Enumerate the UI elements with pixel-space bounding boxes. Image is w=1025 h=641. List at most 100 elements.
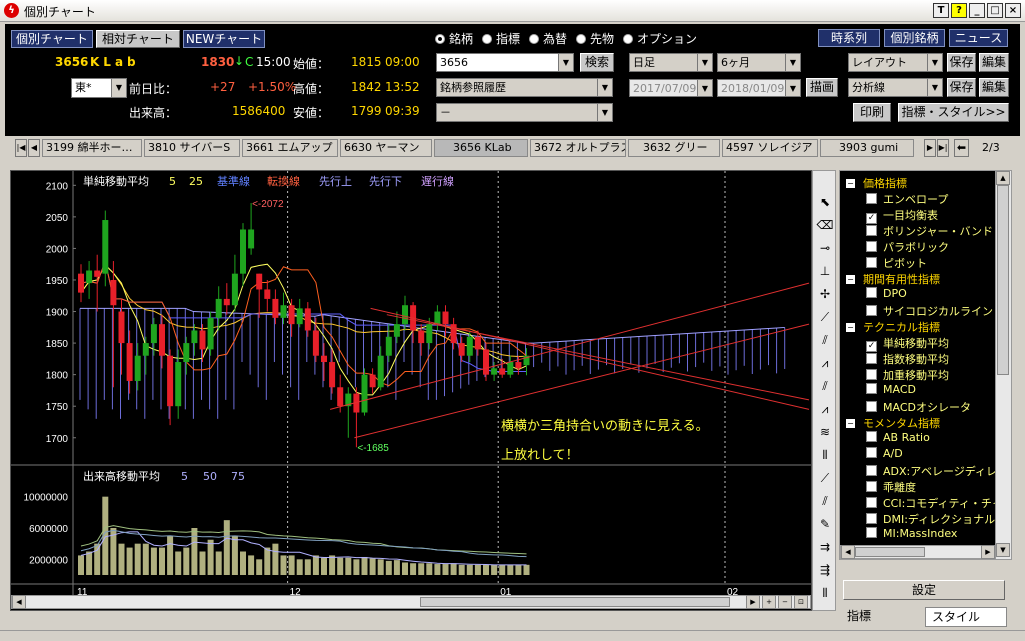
indicator-item[interactable]: ボリンジャー・バンド bbox=[866, 223, 993, 239]
minimize-button[interactable]: _ bbox=[969, 3, 985, 18]
search-button[interactable]: 検索 bbox=[580, 53, 614, 72]
indicator-item[interactable]: MACDオシレータ bbox=[866, 399, 971, 415]
tab-indicator[interactable]: 指標 bbox=[843, 607, 923, 627]
vol-tool-icon[interactable]: ⦀ bbox=[816, 584, 834, 602]
indicator-item[interactable]: AB Ratio bbox=[866, 431, 930, 444]
indicator-style-button[interactable]: 指標・スタイル>> bbox=[898, 103, 1009, 122]
hline-tool-icon[interactable]: ⊸ bbox=[816, 239, 834, 257]
analysis-select[interactable]: 分析線 ▼ bbox=[848, 78, 943, 97]
stock-tab[interactable]: 3810 サイバーS bbox=[144, 139, 240, 157]
indicator-category[interactable]: − 期間有用性指標 bbox=[846, 271, 940, 287]
individual-stock-button[interactable]: 個別銘柄 bbox=[884, 29, 945, 47]
stock-tab[interactable]: 3903 gumi bbox=[820, 139, 914, 157]
candle-body bbox=[434, 311, 441, 325]
indicator-item[interactable]: DMI:ディレクショナル bbox=[866, 511, 995, 527]
new-chart-button[interactable]: NEWチャート bbox=[183, 30, 265, 48]
chart-horizontal-scrollbar[interactable]: ◀ ▶ + − ⊡ bbox=[11, 595, 811, 609]
tab-style[interactable]: スタイル bbox=[925, 607, 1007, 627]
indicator-category[interactable]: − テクニカル指標 bbox=[846, 319, 940, 335]
indicator-item[interactable]: 加重移動平均 bbox=[866, 367, 949, 383]
indicator-item[interactable]: MI:MassIndex bbox=[866, 527, 957, 540]
stock-tab[interactable]: 3661 エムアップ bbox=[242, 139, 338, 157]
linesG-tool-icon[interactable]: ⫽ bbox=[816, 492, 834, 510]
line-tool-icon[interactable]: ⟋ bbox=[816, 469, 834, 487]
fan-tool-icon[interactable]: ⩘ bbox=[816, 354, 834, 372]
indicator-item[interactable]: A/D bbox=[866, 447, 903, 460]
date-from-input[interactable]: 2017/07/09 ▼ bbox=[629, 79, 713, 97]
period-select[interactable]: 日足 ▼ bbox=[629, 53, 713, 72]
radio-futures[interactable]: 先物 bbox=[576, 30, 614, 47]
indicator-category[interactable]: − 価格指標 bbox=[846, 175, 907, 191]
layout-select[interactable]: レイアウト ▼ bbox=[848, 53, 943, 72]
indicator-vertical-scrollbar[interactable]: ▲ ▼ bbox=[995, 171, 1011, 559]
indicator-item[interactable]: エンベロープ bbox=[866, 191, 948, 207]
indicator-item[interactable]: ✓ 一目均衡表 bbox=[866, 207, 938, 224]
channel-tool-icon[interactable]: ≋ bbox=[816, 423, 834, 441]
cursor-tool-icon[interactable]: ⬉ bbox=[816, 193, 834, 211]
indicator-item[interactable]: ピボット bbox=[866, 255, 927, 271]
indicator-item[interactable]: サイコロジカルライン bbox=[866, 303, 993, 319]
indicator-item[interactable]: DPO bbox=[866, 287, 907, 300]
save-analysis-button[interactable]: 保存 bbox=[947, 78, 976, 97]
back-arrow-icon[interactable]: ⬅ bbox=[954, 139, 969, 157]
news-button[interactable]: ニュース bbox=[949, 29, 1008, 47]
checkbox-icon bbox=[866, 431, 877, 442]
indicator-item[interactable]: 乖離度 bbox=[866, 479, 916, 495]
stock-code-input[interactable]: 3656 ▼ bbox=[436, 53, 574, 72]
settings-button[interactable]: 設定 bbox=[843, 580, 1005, 600]
help-button[interactable]: ? bbox=[951, 3, 967, 18]
font-button[interactable]: T bbox=[933, 3, 949, 18]
relative-chart-button[interactable]: 相対チャート bbox=[96, 30, 180, 48]
date-to-input[interactable]: 2018/01/09 ▼ bbox=[717, 79, 801, 97]
range-select[interactable]: 6ヶ月 ▼ bbox=[717, 53, 801, 72]
indicator-item[interactable]: ✓ 単純移動平均 bbox=[866, 335, 949, 352]
stock-tab[interactable]: 3199 綿半ホー… bbox=[42, 139, 142, 157]
radio-index[interactable]: 指標 bbox=[482, 30, 520, 47]
first-tab-icon[interactable]: |◀ bbox=[15, 139, 27, 157]
vline-tool-icon[interactable]: ⊥ bbox=[816, 262, 834, 280]
fan2-tool-icon[interactable]: ⩘ bbox=[816, 400, 834, 418]
last-tab-icon[interactable]: ▶| bbox=[937, 139, 949, 157]
stock-tab[interactable]: 6630 ヤーマン bbox=[340, 139, 432, 157]
indicator-item[interactable]: MACD bbox=[866, 383, 916, 396]
edit-layout-button[interactable]: 編集 bbox=[979, 53, 1009, 72]
print-button[interactable]: 印刷 bbox=[853, 103, 891, 122]
n3-tool-icon[interactable]: ⇉ bbox=[816, 538, 834, 556]
draw-button[interactable]: 描画 bbox=[806, 78, 838, 97]
maximize-button[interactable]: □ bbox=[987, 3, 1003, 18]
next-tab-icon[interactable]: ▶ bbox=[924, 139, 936, 157]
n4-tool-icon[interactable]: ⇶ bbox=[816, 561, 834, 579]
market-select[interactable]: 東* ▼ bbox=[71, 78, 127, 98]
indicator-category[interactable]: − モメンタム指標 bbox=[846, 415, 940, 431]
prev-tab-icon[interactable]: ◀ bbox=[28, 139, 40, 157]
radio-forex[interactable]: 為替 bbox=[529, 30, 567, 47]
cross-tool-icon[interactable]: ✢ bbox=[816, 285, 834, 303]
eraser-tool-icon[interactable]: ⌫ bbox=[816, 216, 834, 234]
history-select[interactable]: 銘柄参照履歴 ▼ bbox=[436, 78, 613, 97]
fibf-tool-icon[interactable]: ⫽ bbox=[816, 377, 834, 395]
draw-tool-icon[interactable]: ✎ bbox=[816, 515, 834, 533]
radio-stock[interactable]: 銘柄 bbox=[435, 30, 473, 47]
fib-tool-icon[interactable]: ⫽ bbox=[816, 331, 834, 349]
radio-options[interactable]: オプション bbox=[623, 30, 697, 47]
indicator-item[interactable]: CCI:コモディティ・チャ bbox=[866, 495, 1003, 511]
save-layout-button[interactable]: 保存 bbox=[947, 53, 976, 72]
indicator-item[interactable]: パラボリック bbox=[866, 239, 949, 255]
indicator-horizontal-scrollbar[interactable]: ◀ ▶ bbox=[840, 545, 995, 559]
indicator-item[interactable]: 指数移動平均 bbox=[866, 351, 949, 367]
trend-tool-icon[interactable]: ⟋ bbox=[816, 308, 834, 326]
blank-select[interactable]: － ▼ bbox=[436, 103, 613, 122]
indicator-item[interactable]: ADX:アベレージディレ bbox=[866, 463, 997, 479]
price-chart[interactable]: 2100 2050 2000 1950 1900 1850 1800 1750 1700 1000… bbox=[10, 170, 812, 611]
period-tool-icon[interactable]: ⦀ bbox=[816, 446, 834, 464]
close-button[interactable]: × bbox=[1005, 3, 1021, 18]
stock-tab[interactable]: 3632 グリー bbox=[628, 139, 720, 157]
timeseries-button[interactable]: 時系列 bbox=[818, 29, 880, 47]
scroll-thumb bbox=[855, 547, 925, 557]
stock-tab[interactable]: 3672 オルトプラス bbox=[530, 139, 626, 157]
volume-bar bbox=[296, 559, 303, 575]
edit-analysis-button[interactable]: 編集 bbox=[979, 78, 1009, 97]
individual-chart-button[interactable]: 個別チャート bbox=[11, 30, 93, 48]
stock-tab-active[interactable]: 3656 KLab bbox=[434, 139, 528, 157]
stock-tab[interactable]: 4597 ソレイジア bbox=[722, 139, 818, 157]
